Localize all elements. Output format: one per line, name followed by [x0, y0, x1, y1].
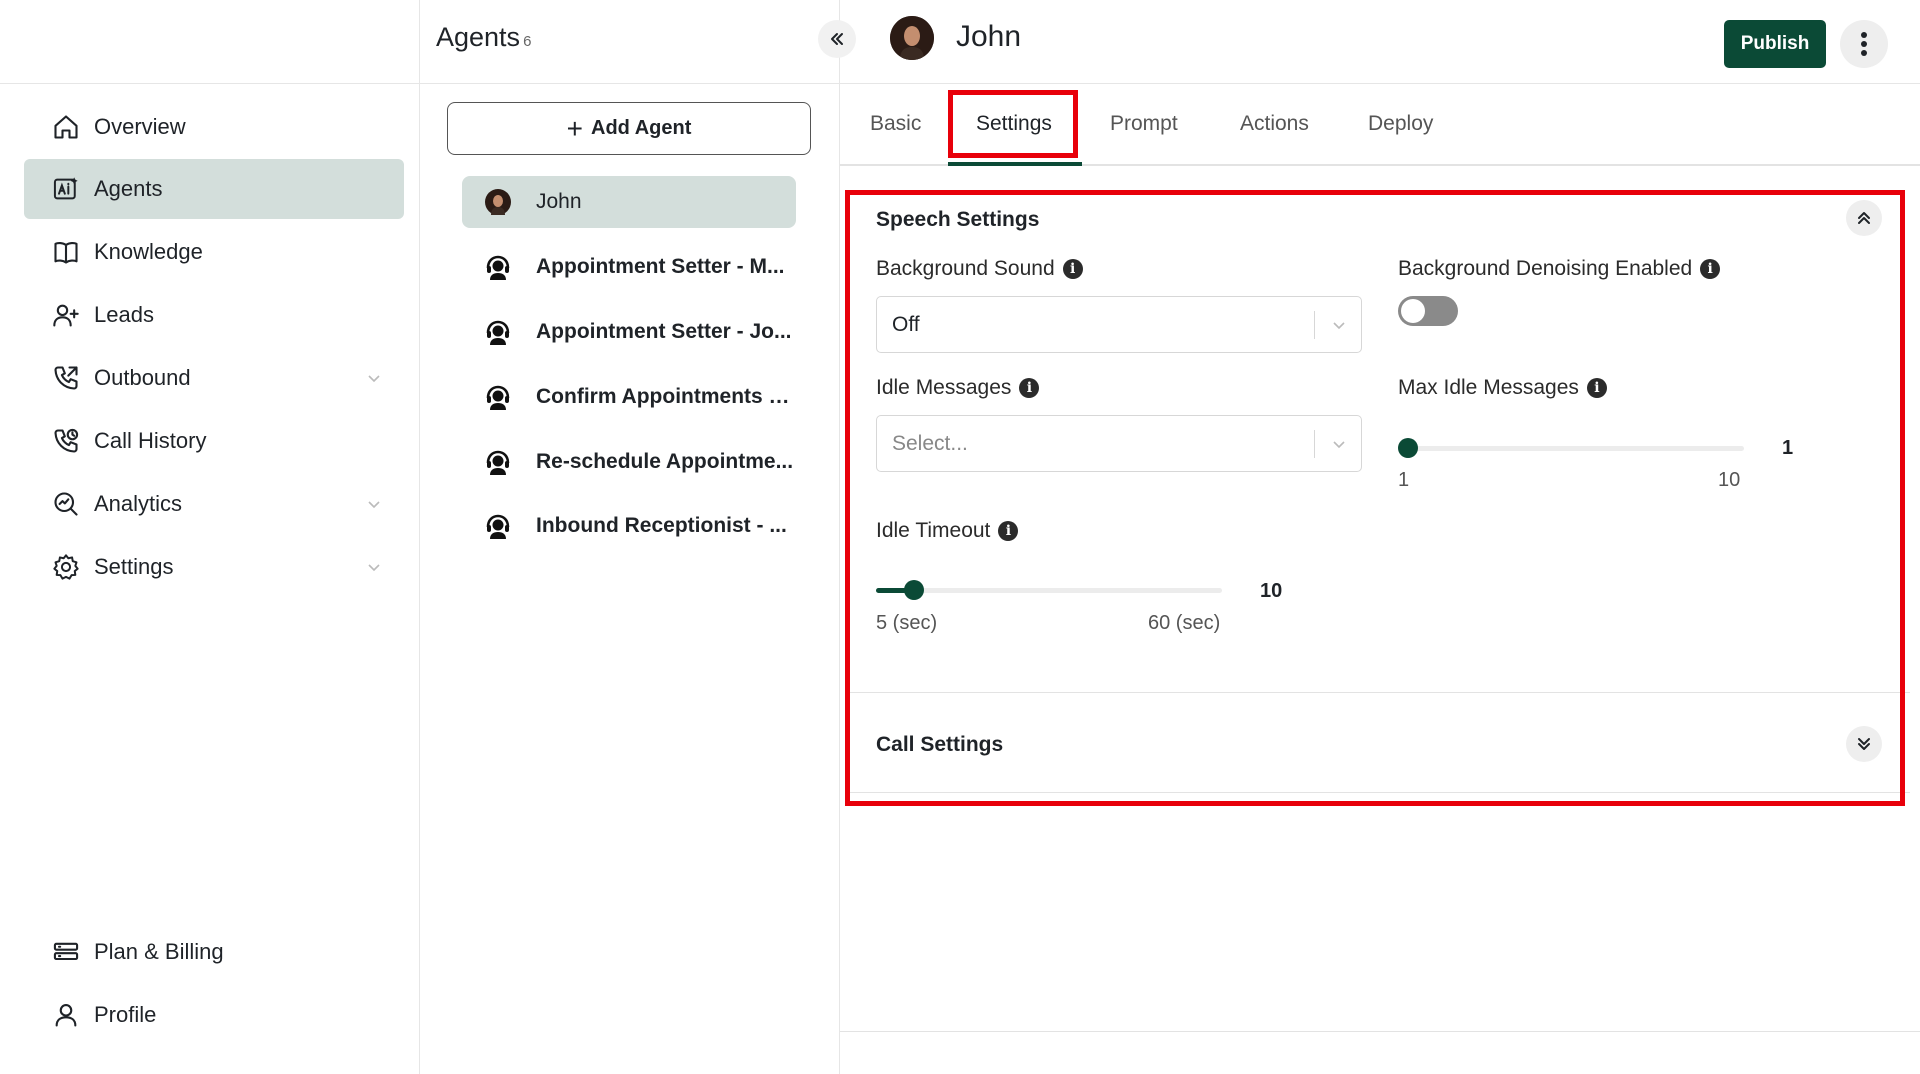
list-item[interactable]: Appointment Setter - Jo...	[462, 306, 796, 358]
tab-deploy[interactable]: Deploy	[1368, 112, 1433, 136]
sidebar-item-label: Leads	[94, 302, 154, 327]
sidebar-item-label: Settings	[94, 554, 174, 579]
sidebar-item-overview[interactable]: Overview	[24, 97, 404, 157]
agents-header: Agents 6	[420, 0, 840, 84]
avatar	[484, 188, 512, 216]
phone-outgoing-icon	[52, 364, 80, 392]
headset-agent-icon	[484, 448, 512, 476]
sidebar-item-leads[interactable]: Leads	[24, 285, 404, 345]
tab-basic[interactable]: Basic	[870, 112, 921, 136]
footer-divider	[840, 1031, 1920, 1032]
sidebar-item-call-history[interactable]: Call History	[24, 411, 404, 471]
gear-icon	[52, 553, 80, 581]
list-item[interactable]: Inbound Receptionist - ...	[462, 500, 796, 552]
billing-icon	[52, 938, 80, 966]
phone-history-icon	[52, 427, 80, 455]
add-agent-button[interactable]: + Add Agent	[447, 102, 811, 155]
agents-title: Agents 6	[436, 22, 532, 52]
chevron-down-icon[interactable]	[366, 496, 382, 512]
avatar	[890, 16, 934, 60]
agent-name: Appointment Setter - Jo...	[536, 320, 792, 343]
headset-agent-icon	[484, 512, 512, 540]
tab-actions[interactable]: Actions	[1240, 112, 1309, 136]
headset-agent-icon	[484, 253, 512, 281]
list-item[interactable]: Appointment Setter - M...	[462, 241, 796, 293]
sidebar-item-knowledge[interactable]: Knowledge	[24, 222, 404, 282]
agent-name: Appointment Setter - M...	[536, 255, 785, 278]
tab-prompt[interactable]: Prompt	[1110, 112, 1178, 136]
highlight-box-tab	[948, 90, 1078, 158]
home-icon	[52, 113, 80, 141]
agent-name: Re-schedule Appointme...	[536, 450, 794, 473]
list-item[interactable]: Re-schedule Appointme...	[462, 436, 796, 488]
sidebar-item-label: Agents	[94, 176, 163, 201]
user-plus-icon	[52, 301, 80, 329]
book-icon	[52, 238, 80, 266]
sidebar-item-label: Call History	[94, 428, 207, 453]
sidebar-logo-area	[0, 0, 420, 84]
main-content: John Publish Basic Settings Prompt Actio…	[840, 0, 1920, 1074]
sidebar-item-label: Outbound	[94, 365, 191, 390]
agent-header: John Publish	[840, 0, 1920, 84]
sidebar-item-label: Plan & Billing	[94, 939, 224, 964]
sidebar-item-label: Knowledge	[94, 239, 203, 264]
user-icon	[52, 1001, 80, 1029]
agent-name: Confirm Appointments - ...	[536, 385, 796, 408]
plus-icon: +	[566, 112, 583, 144]
active-tab-indicator	[948, 162, 1082, 166]
analytics-icon	[52, 490, 80, 518]
sidebar-item-label: Profile	[94, 1002, 157, 1027]
sidebar-item-outbound[interactable]: Outbound	[24, 348, 404, 408]
agent-name: John	[536, 190, 582, 213]
list-item[interactable]: Confirm Appointments - ...	[462, 371, 796, 423]
agent-item-john[interactable]: John	[462, 176, 796, 228]
more-options-button[interactable]	[1840, 20, 1888, 68]
headset-agent-icon	[484, 383, 512, 411]
sidebar-item-plan-billing[interactable]: Plan & Billing	[24, 922, 404, 982]
chevron-down-icon[interactable]	[366, 370, 382, 386]
chevron-down-icon[interactable]	[366, 559, 382, 575]
sidebar-item-agents[interactable]: Agents	[24, 159, 404, 219]
kebab-icon	[1861, 32, 1867, 56]
sidebar-item-label: Overview	[94, 114, 186, 139]
agents-count: 6	[523, 33, 532, 50]
agents-panel: Agents 6 + Add Agent John Appointment Set…	[420, 0, 856, 1074]
publish-button[interactable]: Publish	[1724, 20, 1826, 68]
highlight-box-speech-settings	[845, 190, 1905, 806]
sidebar-item-settings[interactable]: Settings	[24, 537, 404, 597]
agent-name: Inbound Receptionist - ...	[536, 514, 787, 537]
sidebar-item-label: Analytics	[94, 491, 183, 516]
sidebar: Overview Agents Knowledge Leads Outbound…	[0, 0, 420, 1074]
headset-agent-icon	[484, 318, 512, 346]
ai-agent-icon	[52, 175, 80, 203]
page-title: John	[956, 20, 1022, 53]
sidebar-item-analytics[interactable]: Analytics	[24, 474, 404, 534]
sidebar-item-profile[interactable]: Profile	[24, 985, 404, 1045]
